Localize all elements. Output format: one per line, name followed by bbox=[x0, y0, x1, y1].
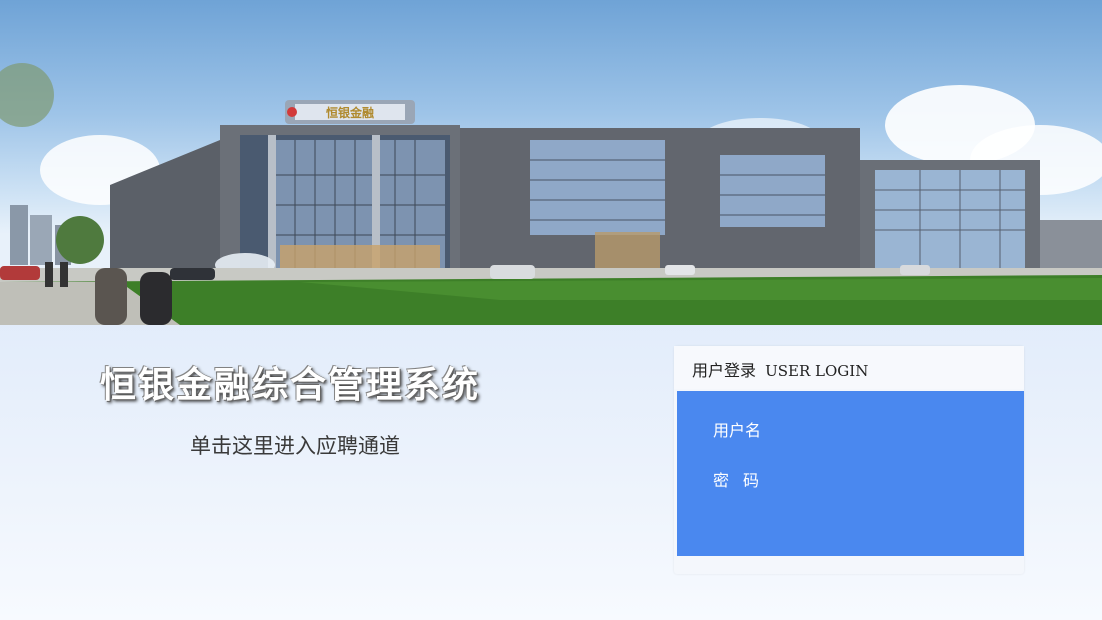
system-title: 恒银金融综合管理系统 bbox=[100, 365, 481, 406]
username-input[interactable] bbox=[787, 413, 981, 441]
login-header-cn: 用户登录 bbox=[692, 361, 757, 380]
login-panel: 用户登录 USER LOGIN 用户名 密码 bbox=[674, 346, 1024, 574]
building-sign-text: 恒银金融 bbox=[326, 105, 374, 120]
login-header-en: USER LOGIN bbox=[765, 362, 869, 380]
building-illustration: 恒银金融 bbox=[0, 63, 1102, 325]
login-form: 用户名 密码 bbox=[677, 391, 1024, 556]
banner-building-photo: 恒银金融 bbox=[0, 0, 1102, 325]
password-label: 密码 bbox=[713, 471, 774, 490]
password-input[interactable] bbox=[787, 463, 981, 491]
login-header-title: 用户登录 USER LOGIN bbox=[692, 357, 868, 381]
login-page: 恒银金融 恒银金融综合管理系统 单击这里进入应聘通道 用户登录 USER LOG… bbox=[0, 0, 1102, 620]
login-header: 用户登录 USER LOGIN bbox=[674, 346, 1024, 389]
recruitment-link[interactable]: 单击这里进入应聘通道 bbox=[190, 430, 400, 460]
username-label: 用户名 bbox=[713, 421, 762, 440]
